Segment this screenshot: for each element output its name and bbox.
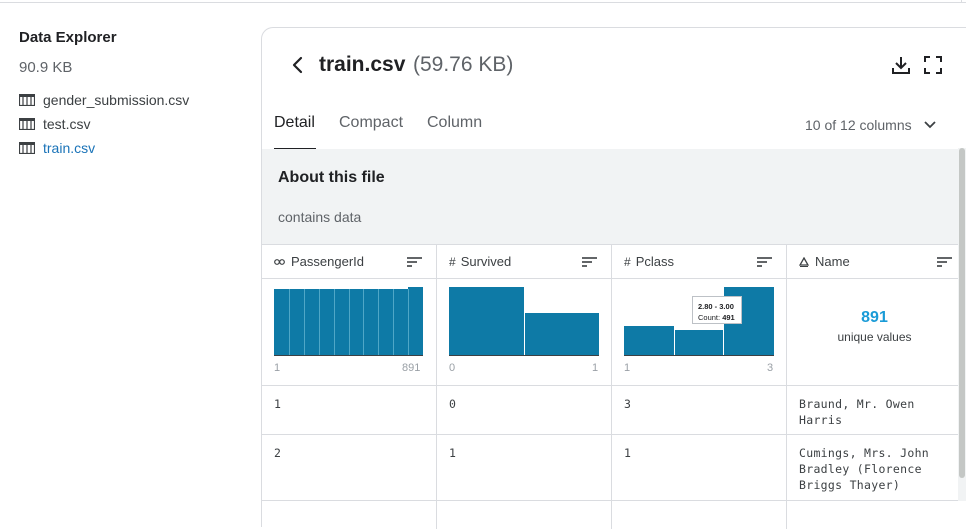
axis-min: 0 [449,362,456,374]
table-cell: 1 [612,435,786,501]
axis-min: 1 [624,362,631,374]
column-name: PassengerId [291,254,364,269]
histogram-bar [525,313,599,355]
column-header[interactable]: PassengerId [262,244,436,279]
histogram-pclass[interactable]: 1 3 2.80 - 3.00 Count: 491 [612,279,786,386]
bar-divider [334,289,335,355]
file-list: gender_submission.csv test.csv train.csv [19,88,249,160]
tooltip-count: 491 [722,313,735,322]
table-cell: 1 [262,386,436,435]
bar-divider [363,289,364,355]
bar-divider [393,289,394,355]
table-cell: 1 [437,435,611,501]
file-header: train.csv (59.76 KB) [262,28,966,102]
file-item-train[interactable]: train.csv [19,136,249,160]
table-icon [19,142,35,154]
about-section: About this file contains data [262,149,966,244]
axis-max: 1 [592,362,599,374]
bar-divider [319,289,320,355]
histogram-bar [449,287,524,355]
top-border [0,0,966,3]
histogram-survived[interactable]: 0 1 [437,279,611,386]
column-header[interactable]: # Pclass [612,244,786,279]
about-title: About this file [278,169,385,186]
histogram-bar [675,330,723,355]
sort-icon[interactable] [407,256,422,268]
sort-icon[interactable] [757,256,772,268]
file-item-gender-submission[interactable]: gender_submission.csv [19,88,249,112]
bar-divider [349,289,350,355]
unique-box: 891 unique values [787,309,962,344]
histogram-bar-peak [408,287,423,289]
column-survived: # Survived 0 1 0 1 [437,244,612,529]
axis-max: 891 [402,362,421,374]
column-passengerid: PassengerId 1 891 1 2 [262,244,437,529]
chevron-down-icon [923,121,936,129]
tooltip-range: 2.80 - 3.00 [698,302,734,311]
table-cell: 3 [612,386,786,435]
unique-count: 891 [861,309,888,326]
histogram-tooltip: 2.80 - 3.00 Count: 491 [692,296,742,324]
file-size: (59.76 KB) [413,53,514,76]
axis-line [274,355,423,356]
explorer-title: Data Explorer [19,29,117,46]
string-type-icon [799,256,809,267]
sort-icon[interactable] [937,256,952,268]
axis-line [449,355,599,356]
histogram-passengerid[interactable]: 1 891 [262,279,436,386]
column-name: Name [815,254,850,269]
tab-column[interactable]: Column [427,114,482,150]
tooltip-count-label: Count: [698,313,721,322]
download-icon[interactable] [890,54,912,76]
file-content: About this file contains data PassengerI… [262,149,966,529]
file-preview-card: train.csv (59.76 KB) Detail Compact Colu… [261,27,966,529]
tab-detail[interactable]: Detail [274,114,316,150]
scrollbar-thumb[interactable] [959,148,965,478]
column-name: Survived [460,254,512,269]
column-pclass: # Pclass 1 3 2.80 - 3.00 Count: 491 3 1 [612,244,787,529]
vertical-scrollbar[interactable] [958,148,966,501]
tab-compact[interactable]: Compact [339,114,403,150]
file-title: train.csv [319,53,406,76]
file-item-test[interactable]: test.csv [19,112,249,136]
explorer-size: 90.9 KB [19,59,73,76]
back-arrow-icon[interactable] [288,54,308,76]
file-name: test.csv [43,116,91,132]
bar-divider [378,289,379,355]
file-name: train.csv [43,140,96,156]
unique-summary: 891 unique values [787,279,966,386]
axis-max: 3 [767,362,774,374]
bar-divider [304,289,305,355]
view-tabs: Detail Compact Column 10 of 12 columns [262,108,966,150]
data-grid: PassengerId 1 891 1 2 # Survived 0 1 0 1… [262,244,966,529]
numeric-type-icon: # [449,254,456,269]
table-cell: 0 [437,386,611,435]
bar-divider [408,289,409,355]
column-count-label: 10 of 12 columns [805,117,912,133]
table-cell: 2 [262,435,436,501]
column-header[interactable]: Name [787,244,966,279]
fullscreen-icon[interactable] [923,55,943,75]
column-name: Pclass [635,254,674,269]
axis-line [624,355,774,356]
axis-min: 1 [274,362,281,374]
data-explorer-panel: Data Explorer 90.9 KB gender_submission.… [19,28,249,160]
about-text: contains data [278,209,362,225]
bar-divider [289,289,290,355]
unique-label: unique values [837,330,912,344]
top-border-inner [0,0,962,3]
numeric-type-icon: # [624,254,631,269]
file-name: gender_submission.csv [43,92,190,108]
column-name-col: Name 891 unique values Braund, Mr. Owen … [787,244,966,529]
table-cell: Cumings, Mrs. John Bradley (Florence Bri… [787,435,966,501]
table-icon [19,94,35,106]
key-icon [274,258,285,265]
column-header[interactable]: # Survived [437,244,611,279]
table-icon [19,118,35,130]
sort-icon[interactable] [582,256,597,268]
column-count-dropdown[interactable]: 10 of 12 columns [805,117,936,133]
histogram-bar [624,326,674,355]
table-cell: Braund, Mr. Owen Harris [787,386,966,435]
